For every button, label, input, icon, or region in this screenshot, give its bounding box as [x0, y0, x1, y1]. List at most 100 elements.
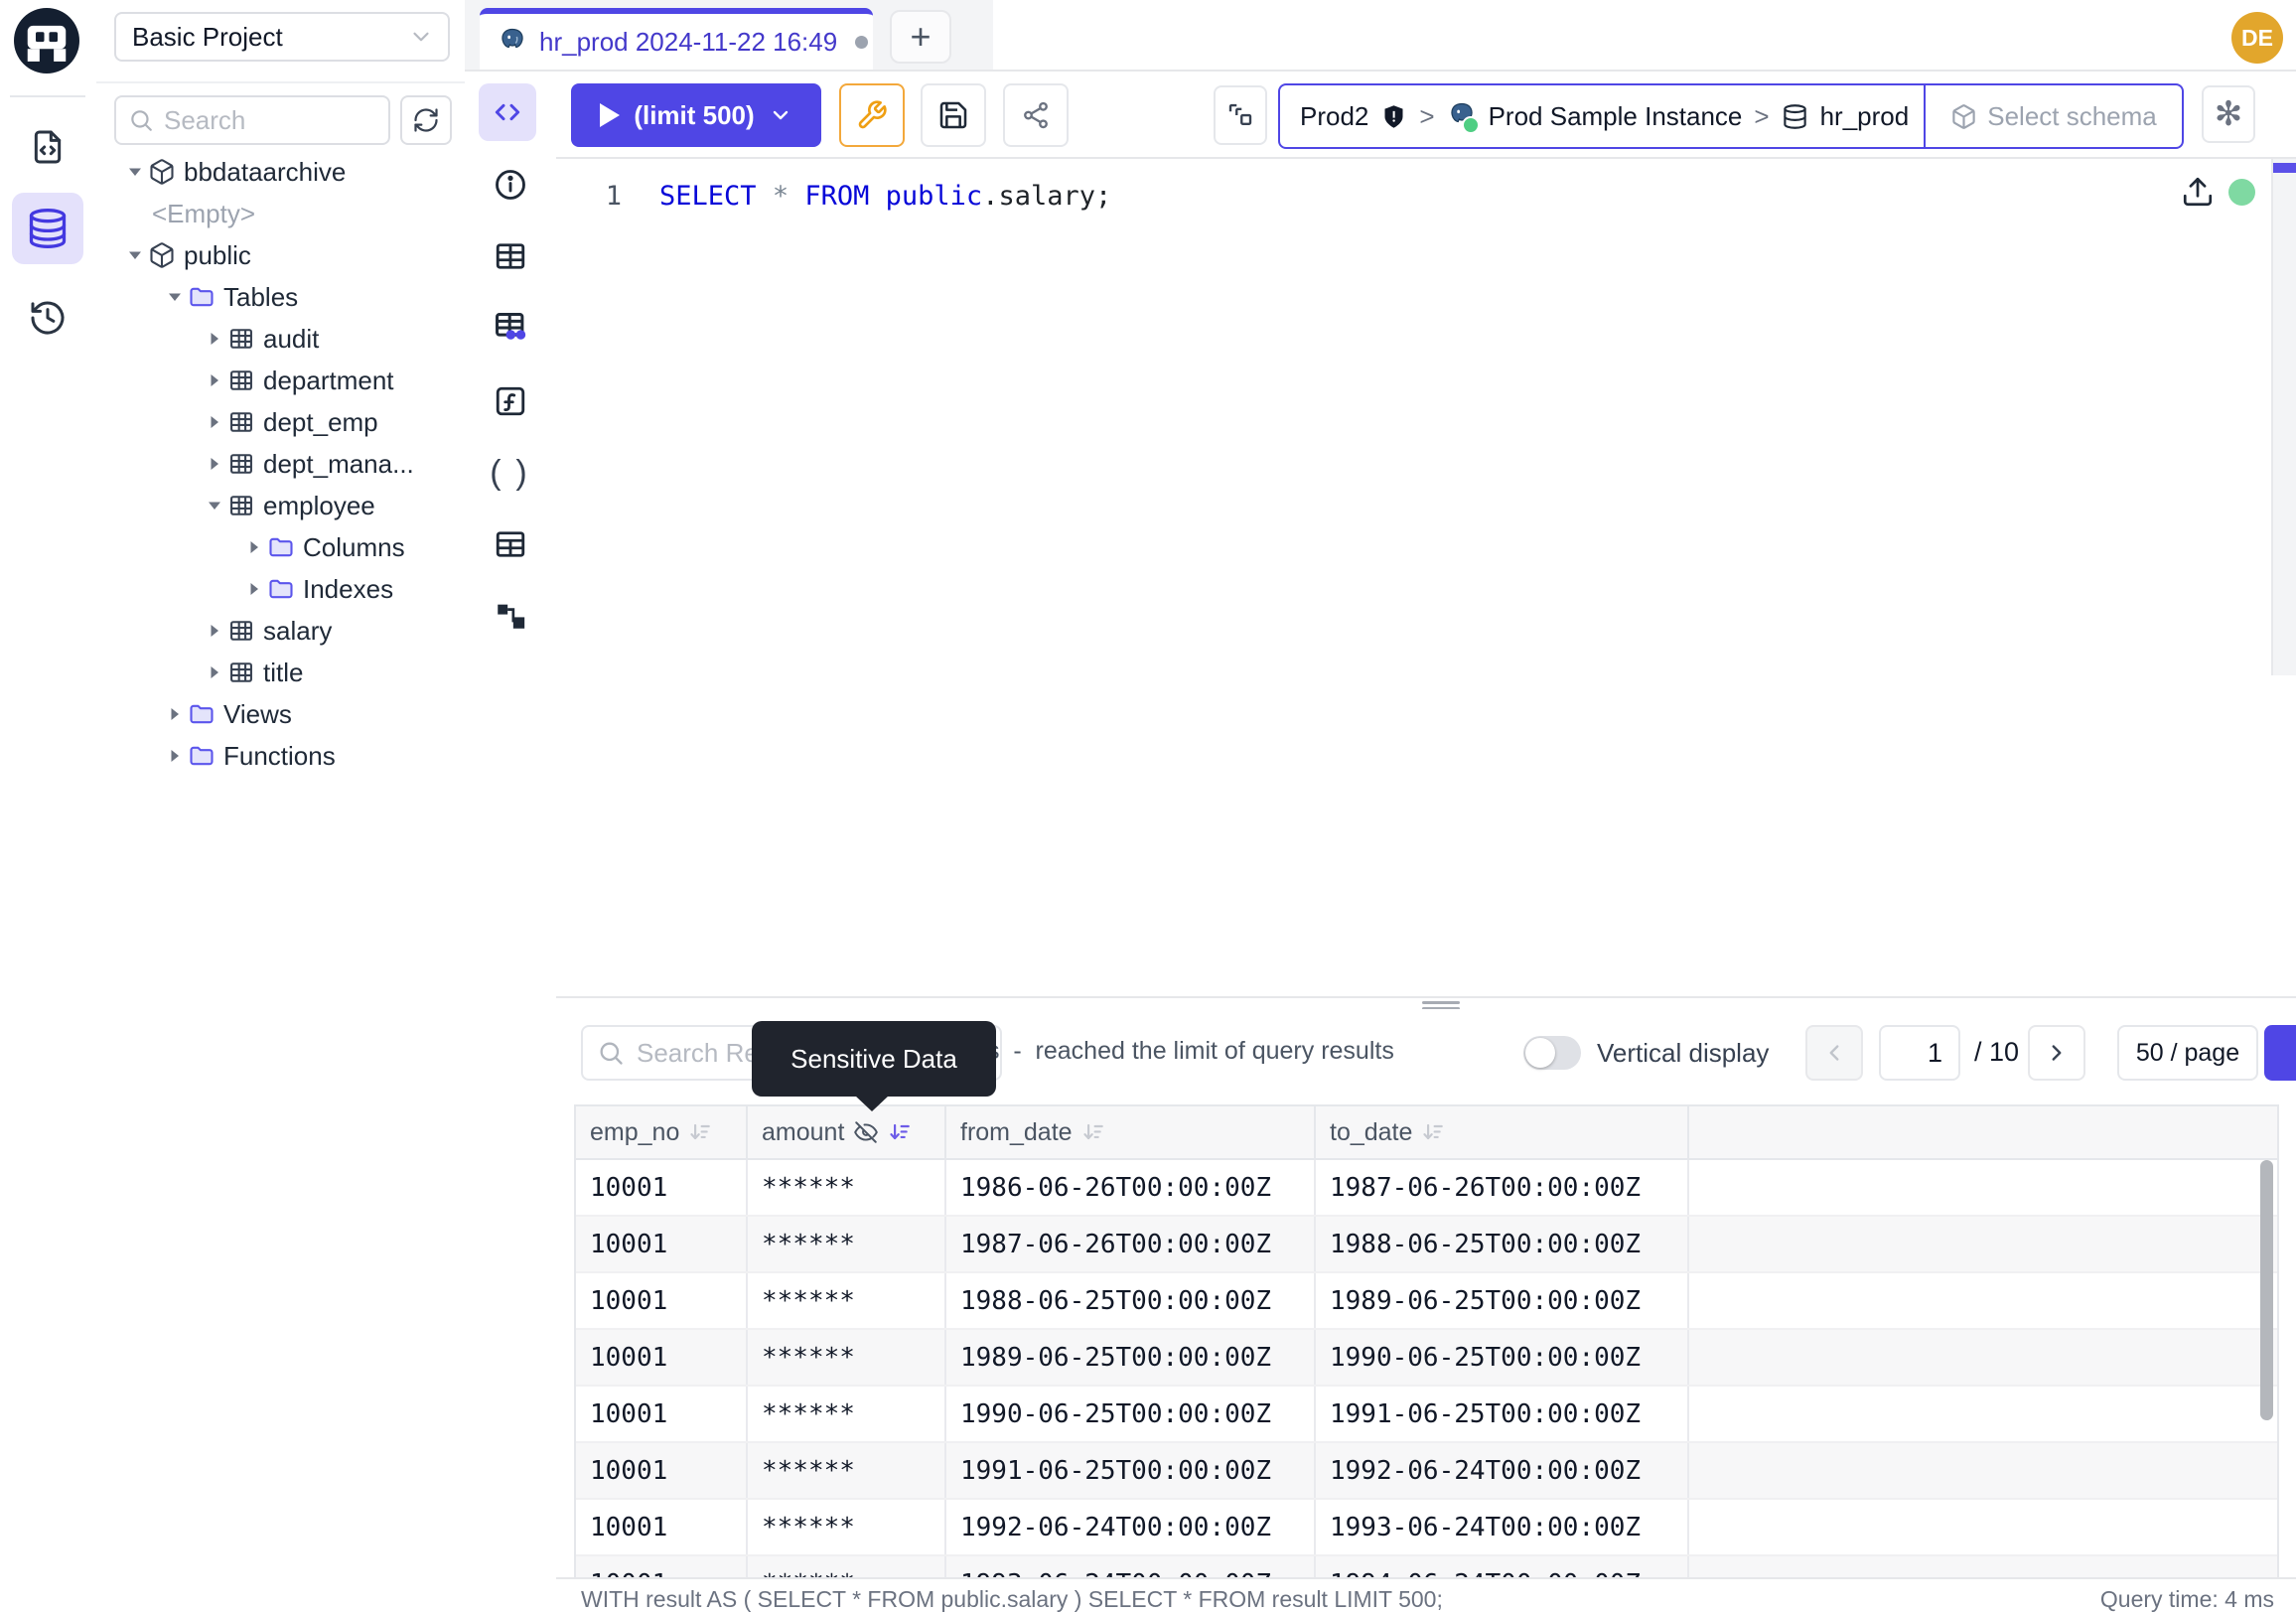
sidebar-search-input[interactable]: Search	[114, 95, 390, 145]
vertical-display-toggle[interactable]	[1523, 1036, 1581, 1070]
tree-item-dept-emp[interactable]: dept_emp	[96, 401, 465, 443]
tree-collapse-arrow-icon[interactable]	[162, 287, 188, 307]
cell-amount[interactable]: ******	[748, 1556, 946, 1577]
table-row[interactable]: 10001******1992-06-24T00:00:00Z1993-06-2…	[576, 1500, 2277, 1556]
column-header-emp-no[interactable]: emp_no	[576, 1106, 748, 1158]
editor-scrollbar[interactable]	[2271, 159, 2296, 675]
sensitive-table-icon[interactable]	[491, 308, 530, 348]
new-tab-button[interactable]: +	[890, 10, 951, 64]
sql-statement[interactable]: SELECT * FROM public.salary;	[659, 181, 1111, 212]
project-selector[interactable]: Basic Project	[114, 12, 450, 62]
bytebase-logo-icon[interactable]	[14, 8, 79, 73]
tree-expand-arrow-icon[interactable]	[162, 746, 188, 766]
code-panel-toggle[interactable]	[479, 83, 536, 141]
function-icon[interactable]	[491, 381, 530, 421]
table-row[interactable]: 10001******1989-06-25T00:00:00Z1990-06-2…	[576, 1330, 2277, 1387]
prev-page-button[interactable]	[1805, 1025, 1863, 1081]
database-icon[interactable]	[12, 193, 83, 264]
tree-collapse-arrow-icon[interactable]	[122, 162, 148, 182]
cell-amount[interactable]: ******	[748, 1500, 946, 1554]
tree-expand-arrow-icon[interactable]	[202, 370, 227, 390]
cell-amount[interactable]: ******	[748, 1273, 946, 1328]
cell-empty[interactable]	[1689, 1387, 2277, 1441]
tree-item-audit[interactable]: audit	[96, 318, 465, 360]
column-header-amount[interactable]: amount	[748, 1106, 946, 1158]
cell-empty[interactable]	[1689, 1217, 2277, 1271]
sort-icon[interactable]	[1421, 1120, 1445, 1144]
cell-empty[interactable]	[1689, 1273, 2277, 1328]
tree-expand-arrow-icon[interactable]	[202, 662, 227, 682]
history-icon[interactable]	[20, 290, 75, 346]
table-panel-icon[interactable]	[491, 236, 530, 276]
column-header-from-date[interactable]: from_date	[946, 1106, 1316, 1158]
cell-emp-no[interactable]: 10001	[576, 1556, 748, 1577]
schema-diagram-icon[interactable]	[491, 596, 530, 636]
export-button[interactable]	[2264, 1025, 2296, 1081]
run-query-button[interactable]: (limit 500)	[571, 83, 821, 147]
tree-item-title[interactable]: title	[96, 652, 465, 693]
tree-item-indexes[interactable]: Indexes	[96, 568, 465, 610]
cell-amount[interactable]: ******	[748, 1387, 946, 1441]
tree-expand-arrow-icon[interactable]	[241, 537, 267, 557]
cell-from-date[interactable]: 1987-06-26T00:00:00Z	[946, 1217, 1316, 1271]
cell-to-date[interactable]: 1991-06-25T00:00:00Z	[1316, 1387, 1689, 1441]
cell-emp-no[interactable]: 10001	[576, 1387, 748, 1441]
table-row[interactable]: 10001******1991-06-25T00:00:00Z1992-06-2…	[576, 1443, 2277, 1500]
tree-expand-arrow-icon[interactable]	[202, 621, 227, 641]
cell-from-date[interactable]: 1991-06-25T00:00:00Z	[946, 1443, 1316, 1498]
tree-item-dept-mana[interactable]: dept_mana...	[96, 443, 465, 485]
tree-item-department[interactable]: department	[96, 360, 465, 401]
cell-from-date[interactable]: 1986-06-26T00:00:00Z	[946, 1160, 1316, 1215]
avatar[interactable]: DE	[2231, 12, 2283, 64]
cell-from-date[interactable]: 1989-06-25T00:00:00Z	[946, 1330, 1316, 1385]
cell-from-date[interactable]: 1993-06-24T00:00:00Z	[946, 1556, 1316, 1577]
save-button[interactable]	[921, 83, 986, 147]
connection-breadcrumb[interactable]: Prod2 > Prod Sample Instance > hr_prod S…	[1278, 83, 2184, 149]
tab-hr-prod[interactable]: hr_prod 2024-11-22 16:49	[480, 8, 873, 70]
cell-amount[interactable]: ******	[748, 1217, 946, 1271]
cell-to-date[interactable]: 1988-06-25T00:00:00Z	[1316, 1217, 1689, 1271]
cell-to-date[interactable]: 1990-06-25T00:00:00Z	[1316, 1330, 1689, 1385]
cell-emp-no[interactable]: 10001	[576, 1330, 748, 1385]
share-button[interactable]	[1003, 83, 1069, 147]
cell-empty[interactable]	[1689, 1330, 2277, 1385]
cell-emp-no[interactable]: 10001	[576, 1273, 748, 1328]
parentheses-icon[interactable]: ( )	[491, 453, 530, 493]
tree-item-bbdataarchive[interactable]: bbdataarchive	[96, 151, 465, 193]
tree-collapse-arrow-icon[interactable]	[122, 245, 148, 265]
page-number-input[interactable]: 1	[1879, 1025, 1960, 1081]
next-page-button[interactable]	[2028, 1025, 2085, 1081]
table-row[interactable]: 10001******1993-06-24T00:00:00Z1994-06-2…	[576, 1556, 2277, 1577]
tree-item-public[interactable]: public	[96, 234, 465, 276]
table-grid-icon[interactable]	[491, 524, 530, 564]
cell-amount[interactable]: ******	[748, 1160, 946, 1215]
tree-item-functions[interactable]: Functions	[96, 735, 465, 777]
cell-emp-no[interactable]: 10001	[576, 1500, 748, 1554]
cell-to-date[interactable]: 1987-06-26T00:00:00Z	[1316, 1160, 1689, 1215]
page-size-select[interactable]: 50 / page	[2117, 1025, 2258, 1081]
sort-icon[interactable]	[688, 1120, 712, 1144]
cell-empty[interactable]	[1689, 1160, 2277, 1215]
tree-expand-arrow-icon[interactable]	[241, 579, 267, 599]
upload-icon[interactable]	[2181, 175, 2215, 209]
batch-query-button[interactable]	[1214, 85, 1267, 145]
cell-from-date[interactable]: 1988-06-25T00:00:00Z	[946, 1273, 1316, 1328]
cell-to-date[interactable]: 1989-06-25T00:00:00Z	[1316, 1273, 1689, 1328]
tree-item-columns[interactable]: Columns	[96, 526, 465, 568]
tree-item-tables[interactable]: Tables	[96, 276, 465, 318]
cell-empty[interactable]	[1689, 1500, 2277, 1554]
column-header-to-date[interactable]: to_date	[1316, 1106, 1689, 1158]
tree-item-salary[interactable]: salary	[96, 610, 465, 652]
sort-icon[interactable]	[888, 1120, 912, 1144]
cell-empty[interactable]	[1689, 1443, 2277, 1498]
cell-from-date[interactable]: 1990-06-25T00:00:00Z	[946, 1387, 1316, 1441]
cell-amount[interactable]: ******	[748, 1443, 946, 1498]
cell-emp-no[interactable]: 10001	[576, 1160, 748, 1215]
table-row[interactable]: 10001******1988-06-25T00:00:00Z1989-06-2…	[576, 1273, 2277, 1330]
tree-collapse-arrow-icon[interactable]	[202, 496, 227, 515]
tree-item-employee[interactable]: employee	[96, 485, 465, 526]
schema-selector[interactable]: Select schema	[1926, 85, 2182, 147]
ai-assistant-button[interactable]: ✻	[2202, 85, 2255, 143]
tree-expand-arrow-icon[interactable]	[162, 704, 188, 724]
table-row[interactable]: 10001******1990-06-25T00:00:00Z1991-06-2…	[576, 1387, 2277, 1443]
